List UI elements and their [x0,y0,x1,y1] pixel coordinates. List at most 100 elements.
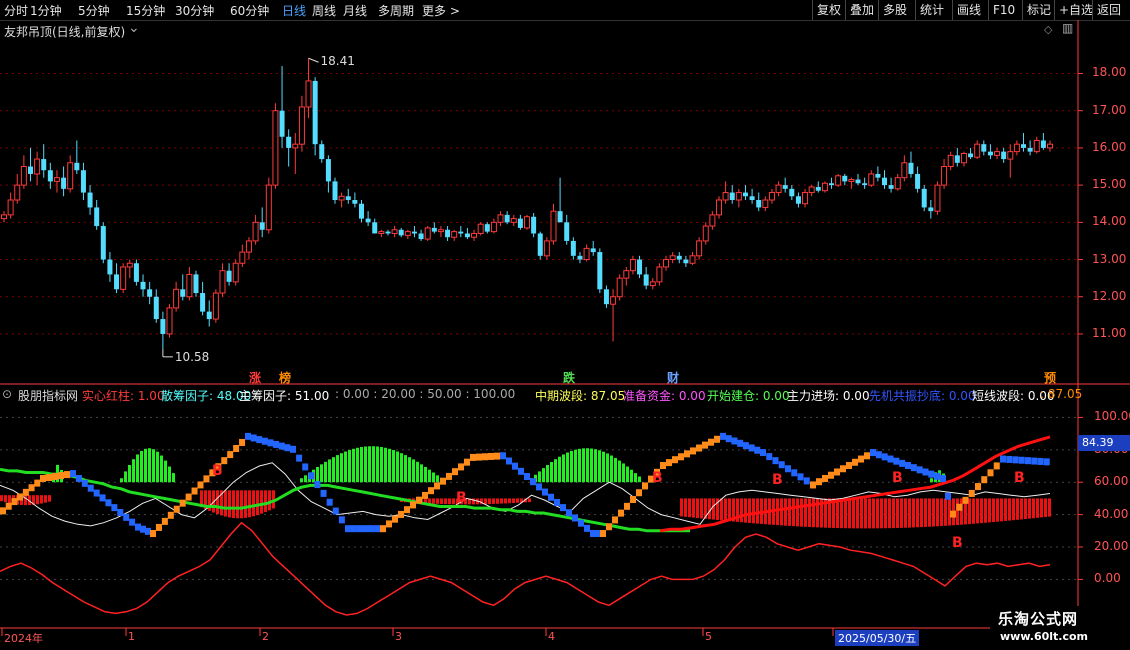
red-bar [992,498,995,523]
step-block [476,453,482,461]
step-block [398,510,404,518]
candle-body [722,192,729,201]
candle-body [1047,143,1053,149]
green-bar [380,447,383,483]
red-bar [788,498,791,526]
candle-body [709,214,716,227]
red-bar [984,498,987,523]
step-block [81,479,88,487]
period-tab[interactable]: 日线 [282,2,306,19]
candle-body [941,166,948,186]
step-block [500,452,506,460]
red-bar [916,498,919,528]
red-bar [484,498,487,505]
candle-body [1013,143,1020,153]
green-bar [554,459,557,483]
candle-body [424,227,431,240]
candle-body [610,296,617,305]
red-bar [216,490,219,515]
green-bar [428,469,431,483]
red-bar [860,498,863,529]
candle-body [193,274,199,294]
step-block [422,491,428,499]
step-block [1018,456,1025,464]
step-block [17,493,24,501]
red-bar [440,498,443,504]
indicator-param: : 0.00 : 20.00 : 50.00 : 100.00 [335,387,516,401]
step-block [618,509,624,517]
toolbar-button[interactable]: 复权 [812,0,845,20]
time-axis-label: 2025/05/30/五 [835,630,920,646]
toolbar-button[interactable]: 多股 [878,0,911,20]
red-bar [988,498,991,523]
period-tab[interactable]: 60分钟 [230,2,269,19]
green-bar [392,450,395,483]
toolbar-button[interactable]: F10 [988,0,1019,20]
toolbar-button[interactable]: 叠加 [845,0,878,20]
price-tick-label: 16.00 [1092,139,1127,154]
step-block [1006,455,1013,463]
step-block [261,437,268,445]
event-marker: 跌 [563,371,576,385]
toolbar-button[interactable]: 画线 [952,0,985,20]
step-block [87,484,94,492]
watermark-url: www.60lt.com [1000,630,1089,643]
period-tab[interactable]: 5分钟 [78,2,110,19]
period-tab[interactable]: 分时 [4,2,28,19]
red-bar [432,498,435,504]
candle-body [894,177,901,190]
period-tab[interactable]: 1分钟 [30,2,62,19]
period-tab[interactable]: 多周期 [378,2,414,19]
green-bar [332,457,335,483]
green-bar [432,472,435,483]
step-block [822,474,828,482]
green-bar [388,448,391,483]
candle-body [279,110,285,137]
green-bar [566,452,569,483]
red-bar [908,498,911,528]
candle-body [689,255,696,264]
candle-body [100,226,106,260]
red-bar [504,498,507,504]
green-bar [336,455,339,483]
period-tab[interactable]: 30分钟 [175,2,214,19]
time-axis-label: 2024年 [4,632,43,645]
red-bar [268,490,271,511]
price-tick-label: 15.00 [1092,177,1127,192]
step-block [392,515,398,523]
red-bar [248,490,251,518]
candle-body [656,266,663,283]
red-bar [1040,498,1043,518]
toolbar-button[interactable]: 统计 [915,0,948,20]
indicator-param: 散筹因子: 48.00 [161,389,252,403]
period-tab[interactable]: 更多 > [422,2,460,19]
toolbar-button[interactable]: +自选 [1054,0,1097,20]
candle-body [292,143,299,149]
candle-body [981,144,987,152]
candle-body [497,214,504,223]
buy-mark: B [772,472,783,488]
step-block [714,435,720,443]
green-bar [586,448,589,483]
step-block [308,472,315,480]
main-chart-title: 友邦吊顶(日线,前复权) [4,25,126,39]
green-bar [300,478,303,483]
step-block [386,520,392,528]
candle-body [888,185,894,189]
red-bar [232,490,235,519]
step-block [179,499,186,507]
candle-body [319,144,325,160]
step-block [624,502,630,510]
candle-body [868,173,875,186]
step-block [940,474,946,482]
candle-body [490,221,497,233]
period-tab[interactable]: 周线 [312,2,336,19]
toolbar-button[interactable]: 标记 [1022,0,1055,20]
candle-body [365,218,371,223]
candle-body [338,195,345,201]
candle-body [603,289,609,305]
toolbar-button[interactable]: 返回 [1092,0,1125,20]
period-tab[interactable]: 月线 [343,2,367,19]
period-tab[interactable]: 15分钟 [126,2,165,19]
red-bar [944,498,947,526]
